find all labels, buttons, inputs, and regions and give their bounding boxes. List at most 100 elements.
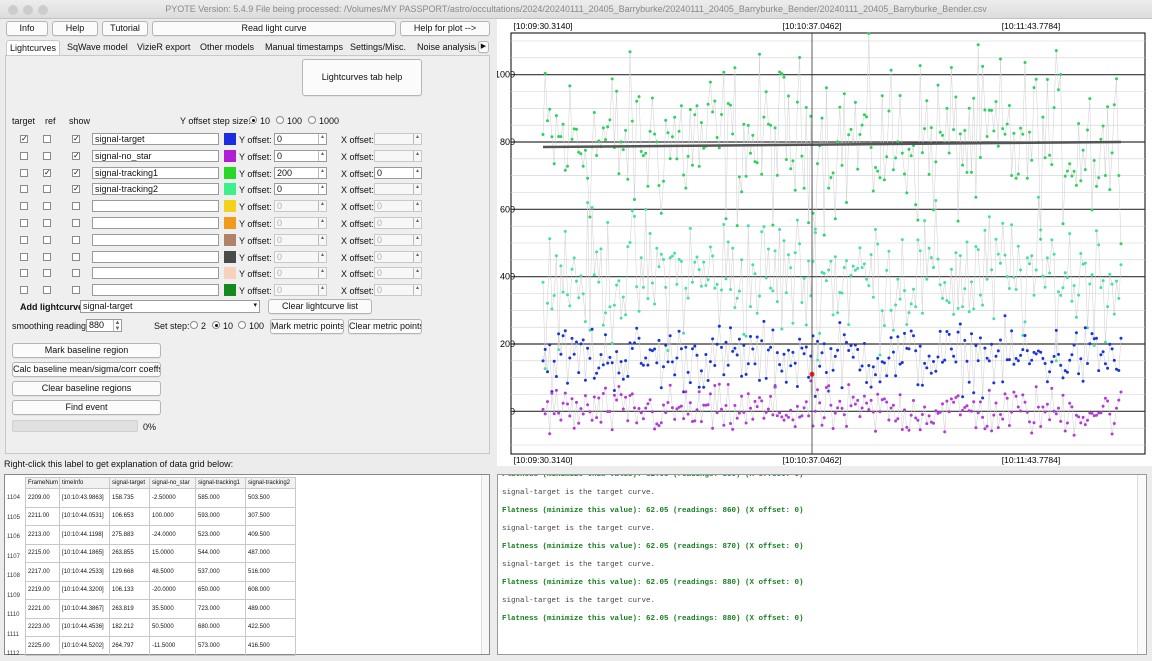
curve-name-field[interactable]: signal-tracking2 [92,183,219,196]
table-cell[interactable]: 503.500 [245,488,296,508]
curve-name-field[interactable]: signal-tracking1 [92,166,219,179]
table-row[interactable]: 2215.00 [10:10:44.1865] 263.855 15.0000 544.… [25,543,296,563]
table-cell[interactable]: 263.855 [109,543,150,563]
minimize-window-icon[interactable] [23,5,33,15]
table-cell[interactable]: 409.500 [245,525,296,545]
calc-baseline-button[interactable]: Calc baseline mean/sigma/corr coeffs [12,362,161,377]
table-cell[interactable]: 422.500 [245,617,296,637]
row-number[interactable]: 1112 [7,651,19,657]
target-checkbox[interactable]: ✓ [20,135,28,143]
help-for-plot-button[interactable]: Help for plot --> [400,21,490,36]
curve-name-field[interactable]: signal-no_star [92,149,219,162]
table-cell[interactable]: 50.5000 [149,617,196,637]
table-row[interactable]: 2223.00 [10:10:44.4536] 182.212 50.5000 680.… [25,617,296,637]
column-header[interactable]: signal-no_star [149,477,196,489]
clear-baseline-regions-button[interactable]: Clear baseline regions [12,381,161,396]
stepper-icon[interactable]: ▴ [413,184,421,195]
row-number[interactable]: 1108 [7,573,20,579]
zoom-window-icon[interactable] [38,5,48,15]
mark-metric-points-button[interactable]: Mark metric points [270,319,344,334]
x-offset-input[interactable]: 0 ▴ [374,166,422,179]
column-header[interactable]: signal-tracking2 [245,477,296,489]
lightcurves-tab-help-button[interactable]: Lightcurves tab help [302,59,422,96]
tutorial-button[interactable]: Tutorial [102,21,148,36]
table-cell[interactable]: -2.50000 [149,488,196,508]
help-button[interactable]: Help [52,21,98,36]
table-cell[interactable]: 100.000 [149,506,196,526]
table-cell[interactable]: 158.735 [109,488,150,508]
curve-color-swatch[interactable] [224,200,236,213]
table-cell[interactable]: 182.212 [109,617,150,637]
set-step-radio-100[interactable] [238,321,246,329]
row-number[interactable]: 1107 [7,554,20,560]
data-grid[interactable]: FrameNum timeInfo signal-target signal-no_s… [4,474,490,657]
stepper-icon[interactable]: ▴ [318,268,326,279]
info-button[interactable]: Info [6,21,48,36]
y-offset-input[interactable]: 0 ▴ [274,233,327,246]
x-offset-input[interactable]: ▴ [374,149,422,162]
table-cell[interactable]: [10:10:44.3867] [59,599,110,619]
table-cell[interactable]: 516.000 [245,562,296,582]
stepper-icon[interactable]: ▴ [413,251,421,262]
table-cell[interactable]: [10:10:44.1198] [59,525,110,545]
find-event-button[interactable]: Find event [12,400,161,415]
ref-checkbox[interactable] [43,235,51,244]
ref-checkbox[interactable] [43,219,51,227]
column-header[interactable]: signal-tracking1 [195,477,246,489]
lightcurve-plot-svg[interactable]: 0 200 400 600 800 1000 [10:09:30.3140] [10:09:3… [495,19,1152,466]
stepper-icon[interactable]: ▴ [318,134,326,144]
stepper-icon[interactable]: ▴ [413,201,421,212]
stepper-icon[interactable]: ▴ [318,167,326,178]
curve-name-field[interactable] [92,217,219,229]
ref-checkbox[interactable]: ✓ [43,168,51,177]
table-cell[interactable]: 263.819 [109,599,150,619]
table-cell[interactable]: [10:10:44.3200] [59,580,110,600]
target-checkbox[interactable] [20,269,28,278]
grid-vertical-scrollbar[interactable] [481,475,489,654]
curve-color-swatch[interactable] [224,133,236,145]
table-cell[interactable]: -20.0000 [149,580,196,600]
table-cell[interactable]: [10:10:44.5202] [59,636,110,656]
target-checkbox[interactable] [20,151,28,160]
table-cell[interactable]: 723.000 [195,599,246,619]
column-header[interactable]: signal-target [109,477,150,489]
tab-other-models[interactable]: Other models [197,40,257,55]
stepper-icon[interactable]: ▴ [318,251,326,262]
curve-name-field[interactable] [92,200,219,213]
ref-checkbox[interactable] [43,185,51,194]
curve-name-field[interactable] [92,267,219,280]
table-cell[interactable]: 2217.00 [25,562,60,582]
table-cell[interactable]: 2211.00 [25,506,60,526]
table-cell[interactable]: 15.0000 [149,543,196,563]
x-offset-input[interactable]: 0 ▴ [374,217,422,229]
ref-checkbox[interactable] [43,151,51,160]
curve-name-field[interactable]: signal-target [92,133,219,145]
x-offset-input[interactable]: 0 ▴ [374,267,422,280]
table-cell[interactable]: 275.883 [109,525,150,545]
row-number[interactable]: 1104 [7,495,20,501]
table-cell[interactable]: [10:10:44.1865] [59,543,110,563]
table-cell[interactable]: 2225.00 [25,636,60,656]
y-offset-input[interactable]: 0 ▴ [274,133,327,145]
table-cell[interactable]: 537.000 [195,562,246,582]
x-offset-input[interactable]: 0 ▴ [374,200,422,213]
curve-name-field[interactable] [92,233,219,246]
x-offset-input[interactable]: 0 ▴ [374,250,422,263]
ref-checkbox[interactable] [43,135,51,143]
curve-name-field[interactable] [92,284,219,297]
table-row[interactable]: 2209.00 [10:10:43.9863] 158.735 -2.50000 585… [25,488,296,508]
set-step-radio-2[interactable] [190,321,198,329]
table-row[interactable]: 2225.00 [10:10:44.5202] 264.797 -11.5000 573… [25,636,296,656]
table-cell[interactable]: 573.000 [195,636,246,656]
stepper-icon[interactable]: ▴ [318,150,326,161]
tab-settings-misc[interactable]: Settings/Misc. [347,40,409,55]
tab-lightcurves[interactable]: Lightcurves [6,40,61,55]
table-cell[interactable]: 35.5000 [149,599,196,619]
x-offset-input[interactable]: 0 ▴ [374,284,422,297]
table-cell[interactable]: 106.653 [109,506,150,526]
y-offset-input[interactable]: 0 ▴ [274,200,327,213]
table-cell[interactable]: [10:10:44.4536] [59,617,110,637]
smoothing-readings-input[interactable]: 880 ▲ ▼ [86,319,122,332]
row-number[interactable]: 1111 [7,632,19,638]
stepper-icon[interactable]: ▴ [318,285,326,296]
